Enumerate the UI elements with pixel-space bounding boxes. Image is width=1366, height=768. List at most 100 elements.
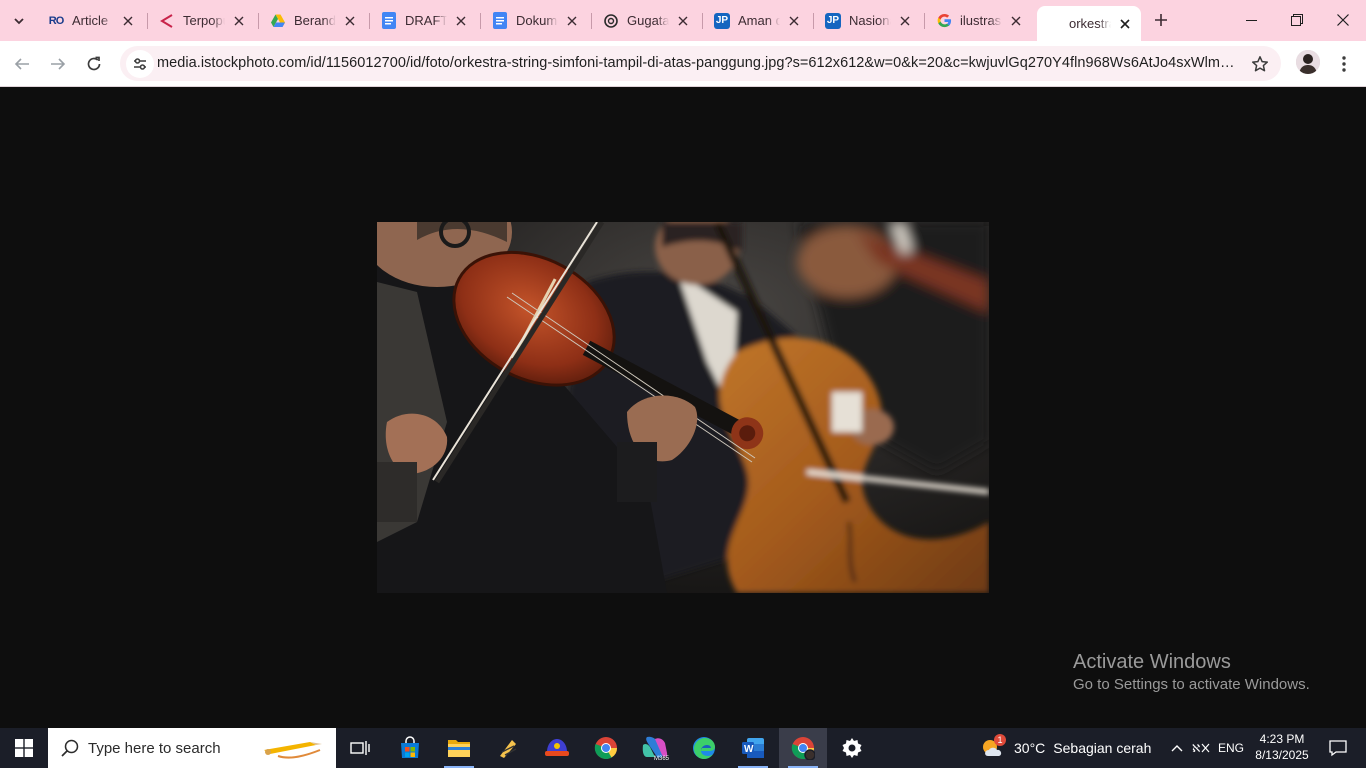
weather-widget[interactable]: 1 30°C Sebagian cerah [980, 728, 1151, 768]
app-pen-button[interactable] [484, 728, 532, 768]
svg-text:W: W [744, 744, 754, 755]
tab-strip: RO Article Terpopuler Beranda DRAFT Doku… [0, 0, 1366, 41]
close-icon[interactable] [120, 13, 136, 29]
minimize-icon [1245, 19, 1257, 21]
jp-icon: JP [714, 12, 730, 29]
task-view-button[interactable] [336, 728, 384, 768]
tab-title: Terpopuler [183, 13, 225, 28]
avatar-icon [1296, 50, 1320, 74]
minimize-button[interactable] [1228, 0, 1274, 40]
notification-center-button[interactable] [1320, 728, 1356, 768]
ketik-icon [159, 13, 175, 29]
clock-date: 8/13/2025 [1255, 748, 1309, 762]
back-button[interactable] [7, 49, 37, 79]
notification-icon [1329, 740, 1347, 757]
restore-icon [1291, 14, 1303, 26]
close-icon[interactable] [342, 13, 358, 29]
profile-avatar[interactable] [1296, 50, 1320, 74]
app-hat-button[interactable] [533, 728, 581, 768]
tab-draft[interactable]: DRAFT [369, 6, 477, 35]
docs-icon [381, 12, 397, 29]
close-icon[interactable] [453, 13, 469, 29]
close-icon [1337, 14, 1349, 26]
tab-title: Beranda [294, 13, 336, 28]
weather-description: Sebagian cerah [1053, 740, 1152, 756]
close-icon[interactable] [1117, 16, 1133, 32]
orchestra-photo[interactable] [377, 222, 989, 593]
close-icon[interactable] [564, 13, 580, 29]
docs-icon [492, 12, 508, 29]
close-icon[interactable] [231, 13, 247, 29]
input-indicator[interactable]: ℵ [1191, 728, 1211, 768]
jp-icon: JP [825, 12, 841, 29]
microsoft-store-button[interactable] [386, 728, 434, 768]
tab-orkestra[interactable]: orkestra [1037, 6, 1141, 41]
weather-icon: 1 [980, 734, 1006, 760]
activate-windows-watermark: Activate Windows Go to Settings to activ… [1073, 650, 1310, 695]
edge-icon [693, 737, 715, 759]
tab-nasional[interactable]: JP Nasional [813, 6, 921, 35]
tab-title: Aman di [738, 13, 780, 28]
close-window-button[interactable] [1320, 0, 1366, 40]
forward-button[interactable] [43, 49, 73, 79]
tab-terpopuler[interactable]: Terpopuler [147, 6, 255, 35]
drive-icon [270, 13, 286, 29]
tab-aman-di[interactable]: JP Aman di [702, 6, 810, 35]
tab-ilustrasi[interactable]: ilustrasi [924, 6, 1032, 35]
restore-button[interactable] [1274, 0, 1320, 40]
show-hidden-icons-button[interactable] [1168, 728, 1186, 768]
word-icon: W [742, 738, 764, 758]
windows-logo-icon [15, 739, 33, 757]
site-info-button[interactable] [126, 50, 154, 78]
word-button[interactable]: W [729, 728, 777, 768]
close-icon[interactable] [786, 13, 802, 29]
tab-gugatan[interactable]: Gugatan [591, 6, 699, 35]
settings-button[interactable] [828, 728, 876, 768]
tab-article[interactable]: RO Article [36, 6, 144, 35]
chrome-menu-button[interactable] [1332, 50, 1356, 78]
google-icon [936, 13, 952, 29]
chrome-icon [791, 737, 815, 760]
taskbar-search[interactable]: Type here to search [48, 728, 336, 768]
language-label: ENG [1218, 741, 1245, 755]
search-placeholder: Type here to search [88, 739, 221, 757]
star-icon [1251, 56, 1269, 72]
tab-search-button[interactable] [6, 8, 32, 34]
arrow-right-icon [51, 58, 66, 70]
tab-beranda[interactable]: Beranda [258, 6, 366, 35]
reload-button[interactable] [79, 49, 109, 79]
close-icon[interactable] [897, 13, 913, 29]
store-icon [401, 736, 419, 758]
svg-text:ℵ: ℵ [1192, 742, 1200, 755]
task-view-icon [350, 741, 370, 755]
watermark-subtitle: Go to Settings to activate Windows. [1073, 676, 1310, 693]
tab-title: orkestra [1069, 16, 1111, 31]
close-icon[interactable] [1008, 13, 1024, 29]
tab-title: Article [72, 13, 109, 28]
tab-title: Nasional [849, 13, 891, 28]
edge-button[interactable] [680, 728, 728, 768]
tab-dokumen[interactable]: Dokumen [480, 6, 588, 35]
tab-title: DRAFT [405, 13, 447, 28]
bookmark-button[interactable] [1249, 53, 1271, 75]
language-indicator[interactable]: ENG [1218, 728, 1244, 768]
plus-icon [1155, 14, 1167, 26]
clock[interactable]: 4:23 PM 8/13/2025 [1250, 731, 1314, 763]
tab-title: ilustrasi [960, 13, 1002, 28]
chevron-down-icon [14, 18, 24, 25]
start-button[interactable] [0, 728, 48, 768]
weather-temp: 30°C [1014, 740, 1046, 756]
search-icon [61, 739, 79, 757]
new-tab-button[interactable] [1149, 8, 1173, 32]
microsoft-365-button[interactable]: M365 [631, 728, 679, 768]
gear-icon [842, 738, 862, 758]
m365-icon: M365 [642, 736, 669, 761]
chrome-button[interactable] [582, 728, 630, 768]
file-explorer-button[interactable] [435, 728, 483, 768]
address-bar[interactable]: media.istockphoto.com/id/1156012700/id/f… [120, 46, 1281, 81]
arrow-left-icon [14, 58, 29, 70]
chrome-profile-button[interactable] [779, 728, 827, 768]
close-icon[interactable] [675, 13, 691, 29]
keyboard-ime-icon: ℵ [1192, 742, 1210, 755]
url-text[interactable]: media.istockphoto.com/id/1156012700/id/f… [157, 55, 1237, 71]
